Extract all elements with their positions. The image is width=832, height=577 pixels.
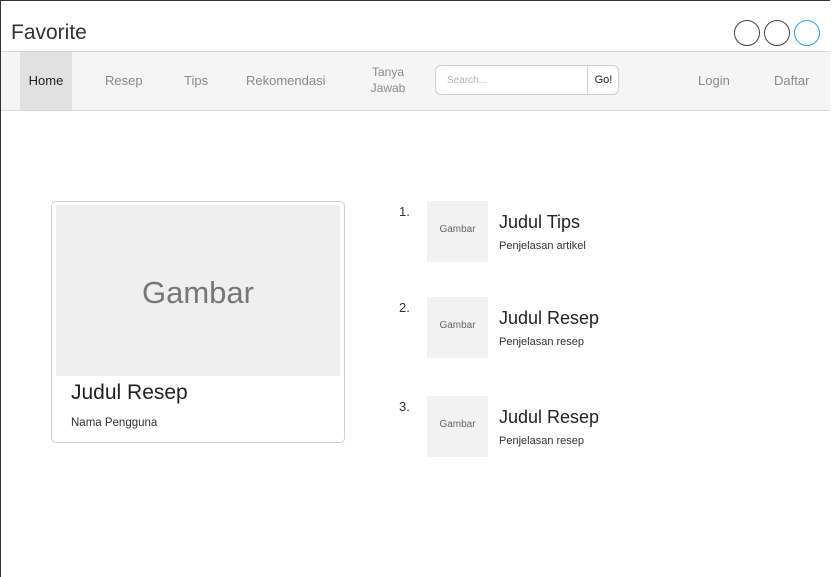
app-title: Favorite [11,21,87,44]
list-subtitle: Penjelasan resep [499,435,585,447]
nav-bar: Home Resep Tips Rekomendasi Tanya Jawab … [1,51,830,111]
nav-jawab-label: Jawab [370,81,406,95]
list-thumbnail: Gambar [427,201,488,262]
nav-resep[interactable]: Resep [105,52,143,110]
list-title: Judul Resep [499,407,600,427]
nav-tanya-jawab[interactable]: Tanya Jawab [367,64,409,96]
nav-tanya-label: Tanya [371,65,405,79]
search-box: Go! [435,65,619,95]
list-title: Judul Resep [499,308,600,328]
nav-rekomendasi[interactable]: Rekomendasi [246,52,326,110]
list-subtitle: Penjelasan artikel [499,240,586,252]
search-input[interactable] [436,66,586,94]
featured-image-placeholder: Gambar [56,205,340,376]
window-button-3[interactable] [794,20,820,46]
list-item[interactable]: 2. Gambar Judul Resep Penjelasan resep [399,297,659,358]
list-title: Judul Tips [499,212,581,232]
featured-title: Judul Resep [71,381,188,404]
list-number: 1. [399,204,410,219]
window-button-2[interactable] [764,20,790,46]
featured-recipe-card[interactable]: Gambar Judul Resep Nama Pengguna [51,201,345,443]
nav-login[interactable]: Login [698,52,730,110]
list-thumbnail: Gambar [427,297,488,358]
list-item[interactable]: 1. Gambar Judul Tips Penjelasan artikel [399,201,659,262]
list-number: 2. [399,300,410,315]
browser-window: Favorite Home Resep Tips Rekomendasi Tan… [0,0,830,577]
window-button-1[interactable] [734,20,760,46]
list-item[interactable]: 3. Gambar Judul Resep Penjelasan resep [399,396,659,457]
thumbnail-label: Gambar [439,224,476,235]
title-bar: Favorite [1,1,830,51]
list-thumbnail: Gambar [427,396,488,457]
search-go-button[interactable]: Go! [587,66,619,94]
nav-daftar[interactable]: Daftar [774,52,809,110]
nav-home[interactable]: Home [20,52,72,110]
featured-image-label: Gambar [142,275,254,310]
list-number: 3. [399,399,410,414]
list-subtitle: Penjelasan resep [499,336,585,348]
nav-tips[interactable]: Tips [184,52,208,110]
featured-author: Nama Pengguna [71,417,158,429]
thumbnail-label: Gambar [439,320,476,331]
thumbnail-label: Gambar [439,419,476,430]
